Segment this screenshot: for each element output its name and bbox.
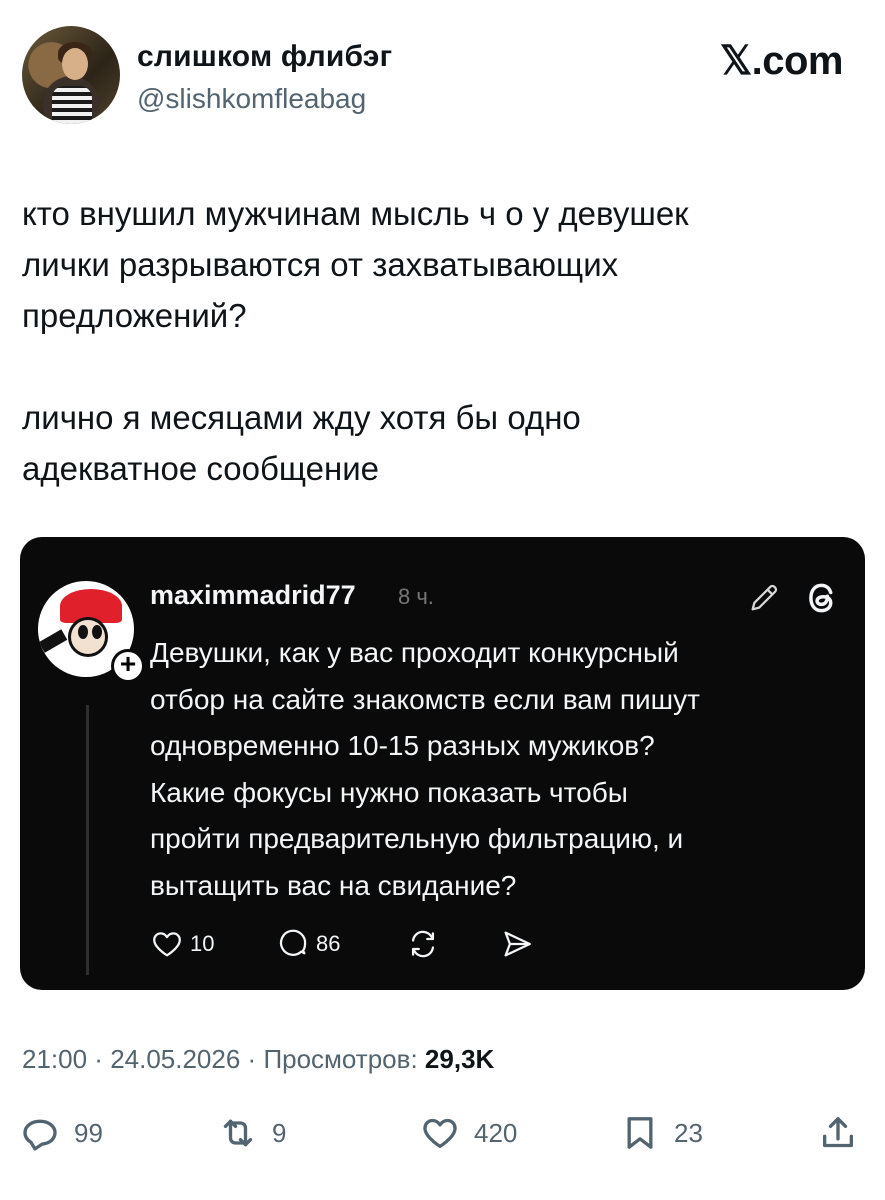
quoted-send-button[interactable] [500, 927, 534, 961]
like-icon [423, 1118, 457, 1148]
reply-icon [23, 1119, 57, 1151]
quoted-avatar[interactable]: + [38, 581, 150, 693]
threads-logo-icon[interactable] [803, 579, 841, 617]
quoted-post-text: Девушки, как у вас проходит конкурсный о… [150, 637, 700, 901]
repost-icon [411, 930, 435, 958]
views-label: Просмотров: [263, 1044, 418, 1074]
repost-button[interactable]: 9 [218, 1110, 286, 1156]
quoted-post-card[interactable]: + maximmadrid77 8 ч. Девушки, как у вас … [20, 537, 865, 990]
follow-plus-button[interactable]: + [111, 649, 145, 683]
quoted-repost-button[interactable] [406, 927, 440, 961]
tweet-time[interactable]: 21:00 [22, 1044, 87, 1074]
tweet-meta: 21:00 · 24.05.2026 · Просмотров: 29,3K [22, 1044, 494, 1075]
quoted-username[interactable]: maximmadrid77 [150, 580, 356, 611]
bookmark-icon [627, 1117, 653, 1149]
quoted-like-count: 10 [190, 931, 215, 956]
reply-button[interactable]: 99 [20, 1110, 103, 1156]
meta-separator: · [87, 1044, 111, 1074]
avatar-head [62, 48, 88, 80]
avatar-eye-right [92, 625, 102, 639]
author-avatar[interactable] [22, 26, 120, 124]
reply-count: 99 [74, 1117, 103, 1148]
share-icon [823, 1117, 853, 1148]
x-com-logo: 𝕏.com [719, 39, 844, 83]
quoted-comment-count: 86 [316, 931, 341, 956]
heart-icon [153, 932, 181, 957]
quoted-actions-bar: 10 86 [150, 927, 570, 961]
meta-separator: · [240, 1044, 264, 1074]
repost-count: 9 [272, 1117, 287, 1148]
tweet-actions-bar: 99 9 420 23 [0, 1110, 885, 1156]
like-count: 420 [474, 1117, 518, 1148]
tweet-date[interactable]: 24.05.2026 [110, 1044, 240, 1074]
share-button[interactable] [818, 1110, 858, 1156]
like-button[interactable]: 420 [420, 1110, 517, 1156]
bookmark-button[interactable]: 23 [620, 1110, 703, 1156]
avatar-shirt [52, 86, 92, 124]
quoted-time: 8 ч. [398, 584, 434, 609]
edit-icon[interactable] [747, 581, 781, 615]
repost-icon [223, 1119, 253, 1147]
quoted-like-button[interactable]: 10 [150, 927, 214, 961]
tweet-text: кто внушил мужчинам мысль ч о у девушек … [22, 195, 689, 487]
avatar-eye-left [78, 625, 88, 639]
author-display-name[interactable]: слишком флибэг [137, 40, 392, 74]
quoted-comment-button[interactable]: 86 [276, 927, 340, 961]
avatar-face [68, 617, 108, 657]
comment-icon [279, 929, 307, 956]
thread-line [86, 705, 89, 975]
views-count: 29,3K [424, 1044, 495, 1074]
send-icon [504, 931, 531, 957]
avatar-arm [38, 629, 68, 653]
bookmark-count: 23 [674, 1117, 703, 1148]
author-handle[interactable]: @slishkomfleabag [137, 83, 366, 115]
